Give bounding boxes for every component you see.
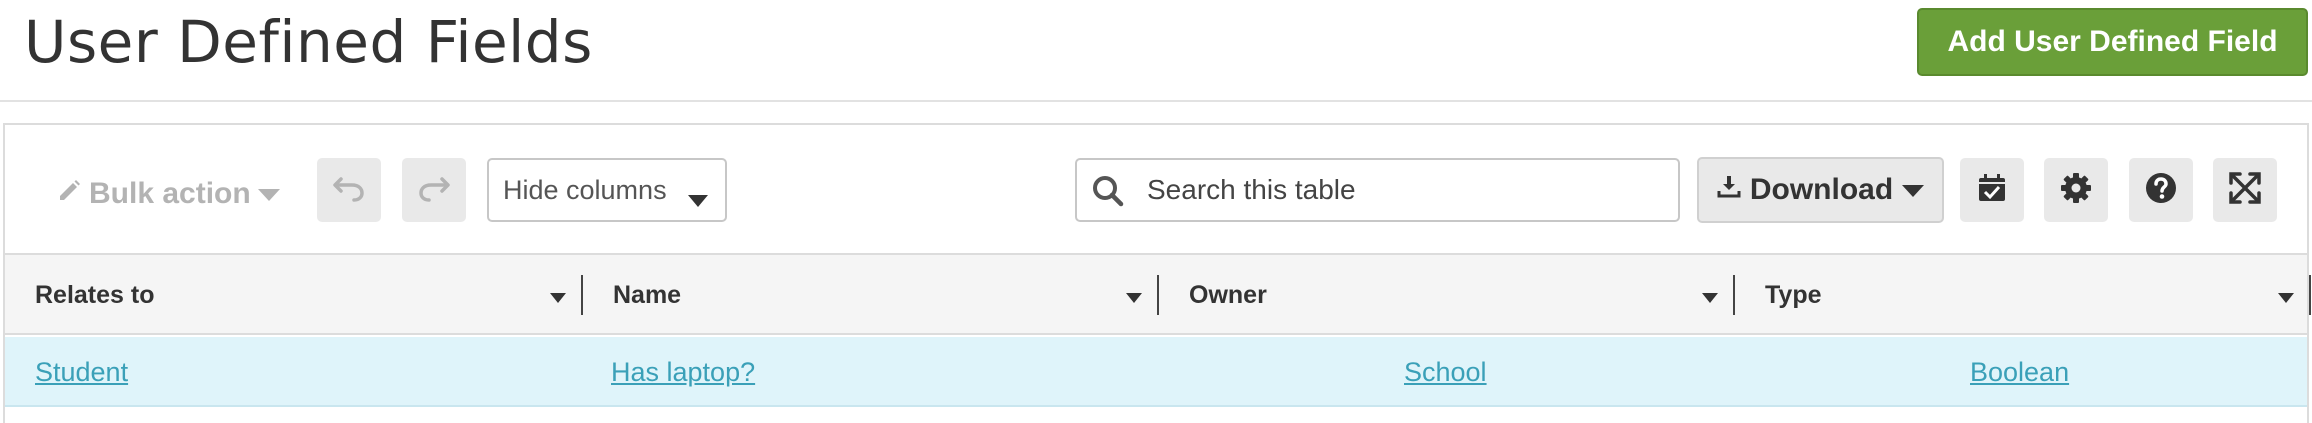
download-icon	[1716, 173, 1742, 207]
column-resize-handle[interactable]	[2309, 275, 2311, 315]
expand-icon	[2227, 170, 2263, 210]
owner-link[interactable]: School	[1404, 357, 1487, 388]
column-menu-caret-icon[interactable]	[549, 289, 567, 308]
gear-icon	[2059, 171, 2093, 209]
caret-down-icon	[687, 184, 709, 215]
add-user-defined-field-button[interactable]: Add User Defined Field	[1917, 8, 2308, 76]
download-label: Download	[1749, 173, 1894, 206]
column-header-name[interactable]: Name	[583, 255, 1159, 335]
redo-icon	[417, 173, 451, 207]
bulk-action-button[interactable]: Bulk action	[57, 177, 281, 211]
help-button[interactable]	[2129, 158, 2193, 222]
page-header: User Defined Fields Add User Defined Fie…	[0, 0, 2312, 102]
table-header: Relates to Name Owner Type	[5, 255, 2311, 335]
caret-down-icon	[257, 177, 281, 211]
fullscreen-button[interactable]	[2213, 158, 2277, 222]
undo-icon	[332, 173, 366, 207]
calendar-check-icon	[1976, 172, 2008, 208]
column-header-relates-to[interactable]: Relates to	[5, 255, 583, 335]
question-circle-icon	[2144, 171, 2178, 209]
redo-button[interactable]	[402, 158, 466, 222]
bulk-action-label: Bulk action	[89, 177, 251, 210]
column-header-type[interactable]: Type	[1735, 255, 2311, 335]
column-menu-caret-icon[interactable]	[1701, 289, 1719, 308]
search-box	[1075, 158, 1680, 222]
column-menu-caret-icon[interactable]	[1125, 289, 1143, 308]
column-header-owner[interactable]: Owner	[1159, 255, 1735, 335]
table-row[interactable]: Student Has laptop? School Boolean	[5, 337, 2307, 407]
calendar-check-button[interactable]	[1960, 158, 2024, 222]
caret-down-icon	[1901, 173, 1925, 207]
search-input[interactable]	[1147, 170, 1667, 210]
column-label: Name	[613, 280, 682, 309]
settings-button[interactable]	[2044, 158, 2108, 222]
download-button[interactable]: Download	[1697, 157, 1944, 223]
hide-columns-select[interactable]: Hide columns	[487, 158, 727, 222]
page-title: User Defined Fields	[24, 8, 593, 76]
hide-columns-label: Hide columns	[503, 174, 667, 205]
column-label: Relates to	[35, 280, 155, 309]
type-link[interactable]: Boolean	[1970, 357, 2069, 388]
column-menu-caret-icon[interactable]	[2277, 289, 2295, 308]
name-link[interactable]: Has laptop?	[611, 357, 755, 388]
table-toolbar: Bulk action Hide columns Search this tab…	[5, 125, 2307, 255]
pencil-icon	[57, 177, 83, 211]
column-label: Type	[1765, 280, 1822, 309]
relates-to-link[interactable]: Student	[35, 357, 128, 388]
search-icon	[1091, 174, 1125, 212]
undo-button[interactable]	[317, 158, 381, 222]
column-label: Owner	[1189, 280, 1267, 309]
table-panel: Bulk action Hide columns Search this tab…	[3, 123, 2311, 423]
